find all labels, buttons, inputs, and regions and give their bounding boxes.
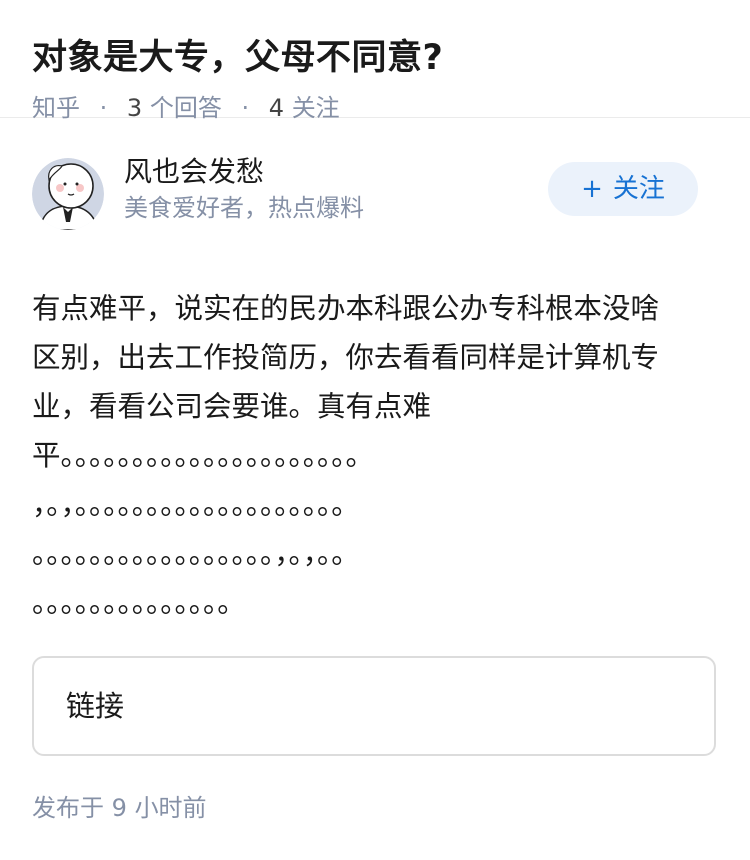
link-card-label: 链接 — [66, 689, 125, 723]
author-name[interactable]: 风也会发愁 — [124, 152, 264, 192]
author-bio: 美食爱好者，热点爆料 — [124, 194, 364, 222]
answer-count-label[interactable]: 个回答 — [150, 94, 222, 122]
answer-line: 。。。。。。。。。。。。。。 — [32, 586, 246, 619]
answer-count: 3 — [126, 94, 143, 122]
answer-content: 有点难平，说实在的民办本科跟公办专科根本没啥 区别，出去工作投简历，你去看看同样是… — [32, 284, 722, 627]
answer-page: 对象是大专，父母不同意? 知乎 · 3 个回答 · 4 关注 风也会发愁 美食爱… — [0, 0, 750, 860]
answer-line: 业，看看公司会要谁。真有点难 — [32, 390, 432, 423]
answer-line: 平。。。。。。。。。。。。。。。。。。。。。 — [32, 439, 375, 472]
question-meta: 知乎 · 3 个回答 · 4 关注 — [32, 90, 718, 126]
follow-button[interactable]: + 关注 — [548, 162, 698, 216]
link-card[interactable]: 链接 — [32, 656, 716, 756]
question-header: 对象是大专，父母不同意? 知乎 · 3 个回答 · 4 关注 — [0, 0, 750, 122]
answer-line: 区别，出去工作投简历，你去看看同样是计算机专 — [32, 341, 660, 374]
plus-icon: + — [581, 174, 603, 204]
meta-separator: · — [99, 94, 108, 122]
answer-line: 。。。。。。。。。。。。。。。。。，。，。。 — [32, 537, 360, 570]
follow-button-label: 关注 — [612, 174, 665, 204]
follower-count-label[interactable]: 关注 — [292, 94, 340, 122]
publish-time: 发布于 9 小时前 — [32, 790, 207, 826]
publish-time-value: 9 — [111, 794, 127, 822]
publish-prefix: 发布于 — [32, 794, 104, 822]
cartoon-face-avatar-icon — [32, 158, 104, 230]
avatar[interactable] — [32, 158, 104, 230]
follower-count: 4 — [268, 94, 285, 122]
meta-separator: · — [241, 94, 250, 122]
question-title[interactable]: 对象是大专，父母不同意? — [32, 32, 718, 84]
publish-time-unit: 小时前 — [134, 794, 207, 822]
author-row: 风也会发愁 美食爱好者，热点爆料 + 关注 — [0, 152, 750, 232]
answer-line: 有点难平，说实在的民办本科跟公办专科根本没啥 — [32, 292, 660, 325]
answer-line: ，。，。。。。。。。。。。。。。。。。。。。 — [32, 488, 360, 521]
source-label[interactable]: 知乎 — [32, 94, 80, 122]
